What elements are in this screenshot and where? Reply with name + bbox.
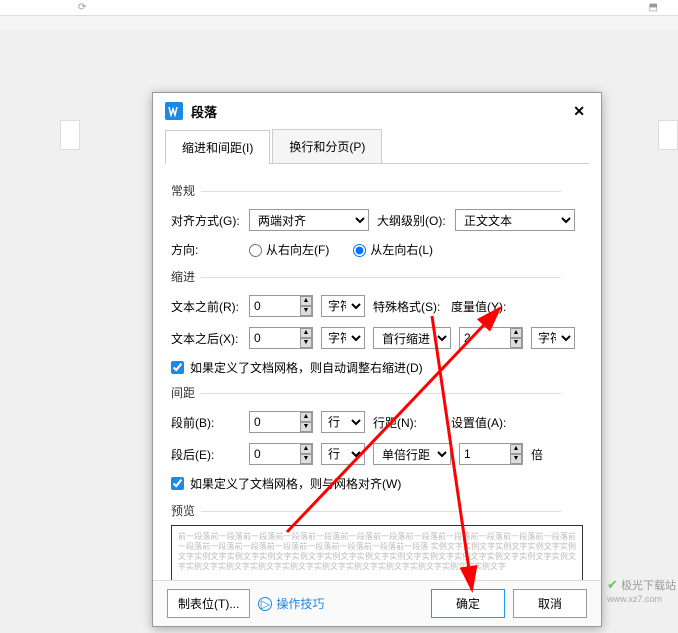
watermark-url: www.xz7.com	[607, 594, 662, 604]
dialog-tabs: 缩进和间距(I) 换行和分页(P)	[165, 129, 589, 164]
direction-label: 方向:	[171, 241, 241, 258]
line-spacing-select[interactable]: 单倍行距	[373, 443, 451, 465]
special-label: 特殊格式(S):	[373, 298, 443, 315]
toolbar-bg: ⟳ ⬒	[0, 0, 678, 16]
alignment-label: 对齐方式(G):	[171, 212, 241, 229]
space-before-spinner[interactable]: ▲▼	[249, 411, 313, 433]
section-spacing: 间距	[171, 384, 583, 401]
tab-indent-spacing[interactable]: 缩进和间距(I)	[165, 130, 270, 164]
set-value-spinner[interactable]: ▲▼	[459, 443, 523, 465]
special-select[interactable]: 首行缩进	[373, 327, 451, 349]
page-corner-right	[658, 120, 678, 150]
cancel-button[interactable]: 取消	[513, 589, 587, 618]
measure-label: 度量值(Y):	[451, 298, 521, 315]
rtl-radio[interactable]: 从右向左(F)	[249, 241, 329, 258]
ltr-radio[interactable]: 从左向右(L)	[353, 241, 433, 258]
tips-link[interactable]: ▷ 操作技巧	[258, 595, 324, 612]
preview-text: 前一段落前一段落前一段落前一段落前一段落前一段落前一段落前一段落前一段落前一段落…	[178, 532, 576, 572]
set-value-label: 设置值(A):	[451, 414, 521, 431]
alignment-select[interactable]: 两端对齐	[249, 209, 369, 231]
space-after-spinner[interactable]: ▲▼	[249, 443, 313, 465]
watermark-icon: ✔	[607, 577, 618, 592]
spacing-grid-checkbox[interactable]	[171, 477, 184, 490]
spacing-grid-label: 如果定义了文档网格，则与网格对齐(W)	[190, 475, 401, 492]
play-icon: ▷	[258, 597, 272, 611]
line-spacing-label: 行距(N):	[373, 414, 443, 431]
indent-after-label: 文本之后(X):	[171, 330, 241, 347]
watermark-name: 极光下载站	[621, 580, 676, 592]
dialog-title: 段落	[191, 102, 217, 121]
preview-title: 预览	[171, 502, 583, 519]
tabstops-button[interactable]: 制表位(T)...	[167, 589, 250, 618]
set-value-unit: 倍	[531, 446, 543, 463]
measure-unit[interactable]: 字符	[531, 327, 575, 349]
space-after-unit[interactable]: 行	[321, 443, 365, 465]
space-before-label: 段前(B):	[171, 414, 241, 431]
paragraph-dialog: 段落 ✕ 缩进和间距(I) 换行和分页(P) 常规 对齐方式(G): 两端对齐 …	[152, 92, 602, 627]
indent-grid-checkbox[interactable]	[171, 361, 184, 374]
indent-after-unit[interactable]: 字符	[321, 327, 365, 349]
indent-after-spinner[interactable]: ▲▼	[249, 327, 313, 349]
outline-select[interactable]: 正文文本	[455, 209, 575, 231]
outline-label: 大纲级别(O):	[377, 212, 447, 229]
section-general: 常规	[171, 182, 583, 199]
dialog-footer: 制表位(T)... ▷ 操作技巧 确定 取消	[153, 580, 601, 626]
indent-before-unit[interactable]: 字符	[321, 295, 365, 317]
history-icon[interactable]: ⟳	[78, 2, 86, 13]
app-icon	[165, 102, 183, 120]
tab-line-page[interactable]: 换行和分页(P)	[272, 129, 382, 163]
indent-grid-label: 如果定义了文档网格，则自动调整右缩进(D)	[190, 359, 423, 376]
section-indent: 缩进	[171, 268, 583, 285]
space-before-unit[interactable]: 行	[321, 411, 365, 433]
indent-before-label: 文本之前(R):	[171, 298, 241, 315]
dialog-body: 常规 对齐方式(G): 两端对齐 大纲级别(O): 正文文本 方向: 从右向左(…	[153, 164, 601, 611]
view-icon[interactable]: ⬒	[649, 2, 658, 13]
page-corner-left	[60, 120, 80, 150]
ok-button[interactable]: 确定	[431, 589, 505, 618]
close-icon[interactable]: ✕	[569, 99, 589, 124]
indent-before-spinner[interactable]: ▲▼	[249, 295, 313, 317]
dialog-titlebar: 段落 ✕	[153, 93, 601, 129]
watermark: ✔ 极光下载站 www.xz7.com	[607, 577, 676, 605]
space-after-label: 段后(E):	[171, 446, 241, 463]
measure-spinner[interactable]: ▲▼	[459, 327, 523, 349]
